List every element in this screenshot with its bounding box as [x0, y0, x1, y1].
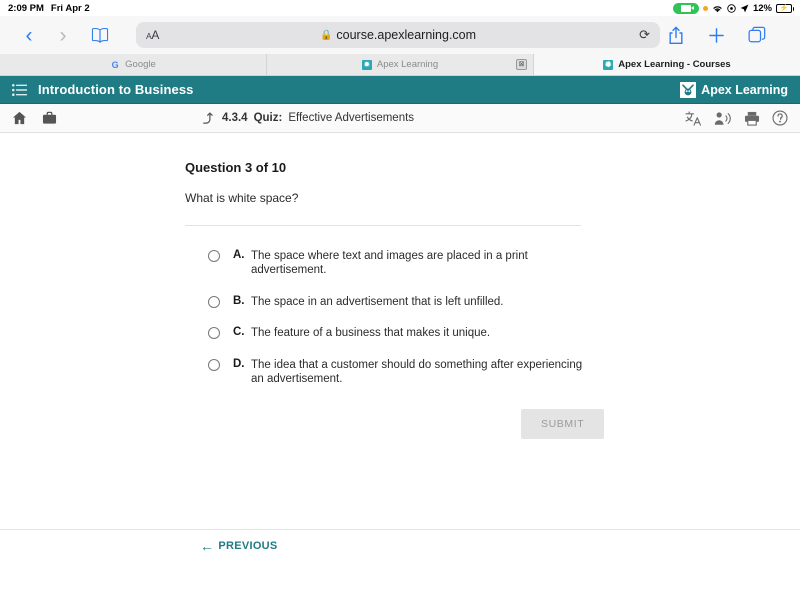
previous-button[interactable]: ← PREVIOUS — [200, 538, 278, 554]
apex-favicon-icon — [361, 59, 372, 70]
quiz-footer: ← PREVIOUS — [0, 529, 800, 563]
lock-icon: 🔒 — [319, 29, 333, 41]
activity-toolbar: 4.3.4 Quiz: Effective Advertisements — [0, 104, 800, 133]
course-title: Introduction to Business — [38, 82, 194, 97]
tab-title: Apex Learning — [376, 59, 439, 70]
show-tabs-button[interactable] — [748, 26, 788, 44]
print-icon — [744, 111, 760, 126]
option-text: The space where text and images are plac… — [251, 250, 528, 277]
status-bar-left: 2:09 PM Fri Apr 2 — [8, 3, 90, 14]
tab-title: Apex Learning - Courses — [618, 59, 731, 70]
option-letter: C. — [233, 326, 245, 339]
briefcase-button[interactable] — [42, 111, 72, 125]
share-button[interactable] — [668, 26, 708, 45]
wifi-icon — [712, 4, 723, 13]
share-icon — [668, 26, 708, 45]
status-date: Fri Apr 2 — [50, 2, 90, 14]
location-arrow-icon — [740, 4, 749, 13]
browser-tab-apex-learning-courses[interactable]: Apex Learning - Courses — [534, 54, 800, 75]
radio-button-a[interactable] — [208, 250, 220, 262]
help-icon — [772, 110, 788, 126]
home-button[interactable] — [12, 111, 42, 125]
briefcase-icon — [42, 111, 72, 125]
orange-privacy-dot-icon — [702, 5, 708, 11]
option-letter: D. — [233, 357, 245, 370]
footer-divider — [0, 529, 800, 530]
option-letter: A. — [233, 249, 245, 261]
submit-row: SUBMIT — [185, 409, 605, 440]
help-button[interactable] — [772, 110, 788, 126]
status-time: 2:09 PM — [8, 2, 44, 14]
answer-option-c[interactable]: C. The feature of a business that makes … — [185, 326, 600, 340]
radio-button-c[interactable] — [208, 327, 220, 340]
url-display: 🔒 course.apexlearning.com — [136, 28, 660, 42]
google-icon: G — [111, 59, 119, 70]
translate-icon — [685, 110, 702, 126]
answer-option-b[interactable]: B. The space in an advertisement that is… — [185, 295, 600, 309]
apex-logo-text: Apex Learning — [701, 82, 788, 97]
option-text: The idea that a customer should do somet… — [251, 358, 583, 385]
go-up-icon[interactable] — [200, 111, 214, 125]
option-letter: B. — [233, 294, 245, 307]
tabs-icon — [748, 26, 788, 44]
read-aloud-icon — [714, 111, 732, 126]
option-text: The feature of a business that makes it … — [251, 327, 491, 340]
translate-button[interactable] — [685, 110, 702, 126]
quiz-content: Question 3 of 10 What is white space? A.… — [0, 133, 800, 563]
activity-name: Effective Advertisements — [288, 112, 415, 124]
activity-type: Quiz: — [253, 112, 283, 124]
apex-favicon-icon — [603, 59, 614, 70]
home-icon — [12, 111, 42, 125]
do-not-disturb-icon — [727, 3, 736, 13]
question-prompt: What is white space? — [185, 191, 299, 205]
apex-bee-icon — [680, 81, 697, 98]
question-heading: Question 3 of 10 — [185, 160, 287, 175]
arrow-left-icon: ← — [200, 538, 215, 554]
print-button[interactable] — [744, 111, 760, 126]
tab-strip: G Google Apex Learning ⊠ Apex Learning -… — [0, 54, 800, 76]
url-text: course.apexlearning.com — [336, 28, 477, 42]
apex-learning-logo: Apex Learning — [680, 81, 788, 98]
plus-icon — [708, 27, 748, 44]
back-button[interactable]: ‹ — [12, 25, 46, 46]
answer-option-d[interactable]: D. The idea that a customer should do so… — [185, 358, 600, 387]
browser-tab-apex-learning[interactable]: Apex Learning ⊠ — [267, 54, 534, 75]
course-header: Introduction to Business Apex Learning — [0, 76, 800, 104]
new-tab-button[interactable] — [708, 27, 748, 44]
radio-button-d[interactable] — [208, 358, 220, 371]
screen-recording-pill-icon — [672, 2, 699, 14]
lesson-number: 4.3.4 — [222, 112, 248, 124]
close-tab-button[interactable]: ⊠ — [516, 59, 527, 70]
ios-status-bar: 2:09 PM Fri Apr 2 12% ⚡ — [0, 0, 800, 16]
tab-title: Google — [125, 59, 156, 70]
option-text: The space in an advertisement that is le… — [251, 295, 504, 308]
browser-tab-google[interactable]: G Google — [0, 54, 267, 75]
submit-button[interactable]: SUBMIT — [521, 409, 605, 440]
forward-button[interactable]: › — [46, 25, 80, 46]
breadcrumb: 4.3.4 Quiz: Effective Advertisements — [200, 111, 414, 125]
previous-label: PREVIOUS — [218, 540, 278, 552]
address-bar[interactable]: AA 🔒 course.apexlearning.com ⟳ — [136, 22, 660, 48]
answer-options: A. The space where text and images are p… — [185, 249, 600, 386]
question-block: Question 3 of 10 What is white space? A.… — [0, 133, 605, 440]
screen-root: 2:09 PM Fri Apr 2 12% ⚡ ‹ › AA 🔒 course.… — [0, 0, 800, 600]
reload-button[interactable]: ⟳ — [639, 27, 650, 43]
safari-toolbar: ‹ › AA 🔒 course.apexlearning.com ⟳ — [0, 16, 800, 54]
status-battery-percent: 12% — [752, 2, 772, 14]
status-bar-right: 12% ⚡ — [672, 2, 794, 14]
radio-button-b[interactable] — [208, 295, 220, 308]
activity-tools — [685, 110, 788, 126]
course-menu-button[interactable] — [12, 83, 38, 96]
book-icon — [90, 27, 110, 43]
bookmarks-button[interactable] — [80, 27, 120, 43]
question-divider — [185, 225, 581, 226]
list-menu-icon — [12, 83, 38, 96]
answer-option-a[interactable]: A. The space where text and images are p… — [185, 249, 600, 278]
battery-charging-icon: ⚡ — [776, 3, 794, 13]
read-aloud-button[interactable] — [714, 111, 732, 126]
